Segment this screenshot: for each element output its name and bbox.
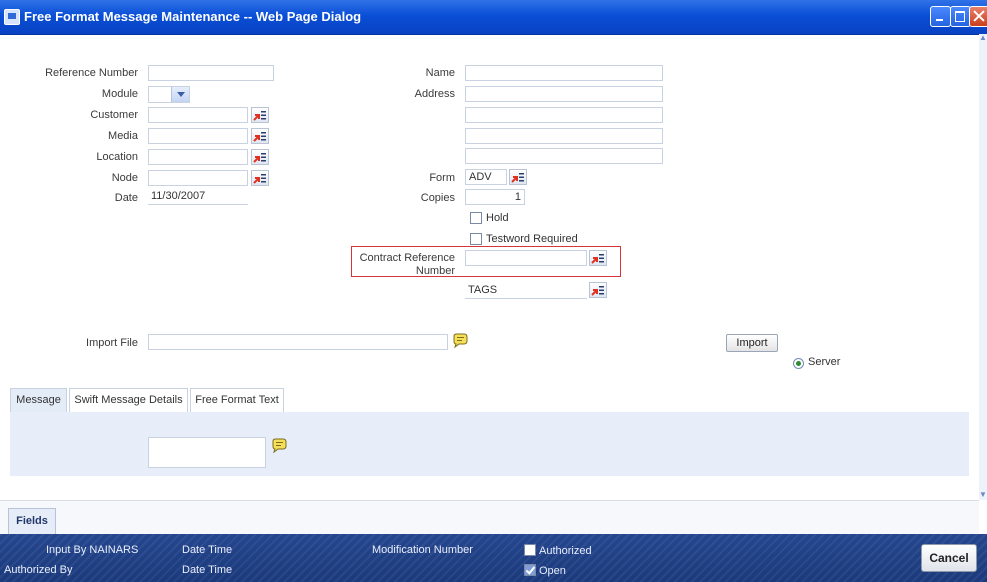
node-lov-icon[interactable]: [251, 170, 269, 186]
date-time-label-2: Date Time: [182, 564, 233, 576]
server-radio[interactable]: [793, 358, 804, 369]
contract-reference-label-line2: Number: [415, 265, 455, 277]
server-label: Server: [808, 356, 841, 368]
name-label: Name: [425, 67, 455, 79]
chevron-down-icon[interactable]: [171, 87, 189, 102]
address-line-1-input[interactable]: [465, 86, 663, 102]
copies-label: Copies: [420, 192, 455, 204]
address-line-4-input[interactable]: [465, 148, 663, 164]
location-lov-icon[interactable]: [251, 149, 269, 165]
window-app-icon: [4, 9, 20, 25]
contract-reference-label-line1: Contract Reference: [359, 252, 455, 264]
address-line-2-input[interactable]: [465, 107, 663, 123]
testword-required-checkbox[interactable]: [470, 233, 482, 245]
contract-reference-number-input[interactable]: [465, 250, 587, 266]
location-input[interactable]: [148, 149, 248, 165]
form-lov-icon[interactable]: [509, 169, 527, 185]
authorized-label: Authorized: [539, 545, 592, 557]
date-value: 11/30/2007: [148, 189, 248, 205]
speech-bubble-icon[interactable]: [451, 333, 469, 349]
import-file-input[interactable]: [148, 334, 448, 350]
testword-required-label: Testword Required: [486, 233, 578, 245]
authorized-by-label: Authorized By: [4, 564, 73, 576]
scroll-down-icon[interactable]: ▼: [979, 491, 987, 499]
open-label: Open: [539, 565, 566, 577]
name-input[interactable]: [465, 65, 663, 81]
contract-reference-lov-icon[interactable]: [589, 250, 607, 266]
input-by-label: Input By NAINARS: [46, 544, 139, 556]
module-select[interactable]: [148, 86, 190, 103]
scroll-up-icon[interactable]: ▲: [979, 34, 987, 42]
fields-bar: [0, 500, 979, 535]
location-label: Location: [96, 151, 138, 163]
date-label: Date: [114, 192, 138, 204]
tags-value: TAGS: [465, 283, 587, 299]
fields-tab[interactable]: Fields: [8, 508, 56, 534]
close-button[interactable]: [969, 6, 987, 27]
tab-swift-message-details[interactable]: Swift Message Details: [69, 388, 188, 412]
node-label: Node: [111, 172, 138, 184]
tags-lov-icon[interactable]: [589, 282, 607, 298]
import-file-label: Import File: [86, 337, 138, 349]
maximize-button[interactable]: [950, 6, 971, 27]
customer-lov-icon[interactable]: [251, 107, 269, 123]
hold-label: Hold: [486, 212, 509, 224]
open-checkbox: [524, 564, 536, 576]
media-input[interactable]: [148, 128, 248, 144]
authorized-checkbox: [524, 544, 536, 556]
message-textarea[interactable]: [148, 437, 266, 468]
node-input[interactable]: [148, 170, 248, 186]
reference-number-label: Reference Number: [45, 67, 138, 79]
address-label: Address: [414, 88, 455, 100]
audit-footer: Input By NAINARS Authorized By Date Time…: [0, 534, 987, 582]
speech-bubble-icon[interactable]: [270, 438, 288, 454]
tab-message[interactable]: Message: [10, 388, 67, 412]
vertical-scrollbar[interactable]: [979, 34, 987, 500]
customer-input[interactable]: [148, 107, 248, 123]
media-lov-icon[interactable]: [251, 128, 269, 144]
form-input[interactable]: [465, 169, 507, 185]
cancel-button[interactable]: Cancel: [921, 544, 977, 572]
address-line-3-input[interactable]: [465, 128, 663, 144]
reference-number-input[interactable]: [148, 65, 274, 81]
copies-input[interactable]: [465, 189, 525, 205]
form-label: Form: [429, 172, 455, 184]
title-bar: Free Format Message Maintenance -- Web P…: [0, 0, 987, 35]
minimize-button[interactable]: [930, 6, 951, 27]
import-button[interactable]: Import: [726, 334, 778, 352]
modification-number-label: Modification Number: [372, 544, 473, 556]
media-label: Media: [108, 130, 138, 142]
window-title: Free Format Message Maintenance -- Web P…: [24, 9, 362, 24]
date-time-label-1: Date Time: [182, 544, 233, 556]
hold-checkbox[interactable]: [470, 212, 482, 224]
tab-free-format-text[interactable]: Free Format Text: [190, 388, 284, 412]
contract-reference-label: Contract Reference Number: [340, 252, 455, 278]
customer-label: Customer: [90, 109, 138, 121]
module-label: Module: [101, 88, 138, 100]
